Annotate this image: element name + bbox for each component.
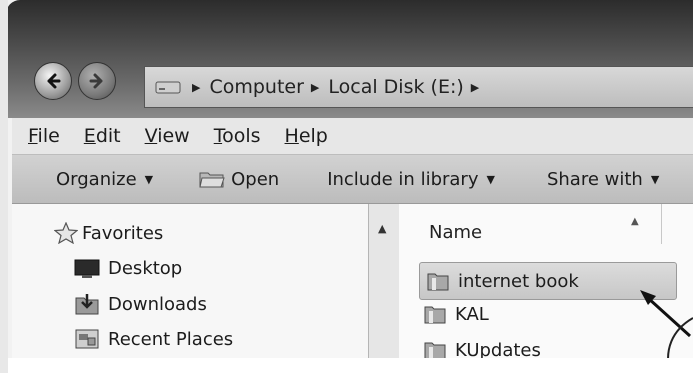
page-left-edge <box>0 0 8 373</box>
menu-edit-mnemonic: E <box>83 125 96 147</box>
open-label: Open <box>231 168 280 190</box>
list-item[interactable]: internet book <box>419 262 677 300</box>
chevron-down-icon: ▼ <box>650 172 660 186</box>
scroll-up-icon[interactable]: ▲ <box>378 222 386 235</box>
sort-ascending-icon: ▲ <box>631 216 639 227</box>
menu-tools-rest: ools <box>222 125 261 147</box>
menu-help-rest: elp <box>298 125 328 147</box>
chevron-down-icon: ▼ <box>486 172 495 186</box>
star-icon <box>54 222 78 244</box>
breadcrumb-computer[interactable]: Computer <box>209 76 303 98</box>
sidebar-item-desktop[interactable]: Desktop <box>74 258 182 279</box>
breadcrumb-separator-icon[interactable]: ▶ <box>471 81 479 94</box>
include-in-library-button[interactable]: Include in library ▼ <box>327 169 495 190</box>
chevron-down-icon: ▼ <box>144 172 154 186</box>
folder-icon <box>424 306 446 324</box>
menu-view[interactable]: View <box>145 125 190 147</box>
drive-icon <box>155 81 181 94</box>
open-button[interactable]: Open <box>199 169 279 190</box>
desktop-icon <box>74 259 100 278</box>
sidebar-item-label: Favorites <box>82 222 164 244</box>
column-divider[interactable] <box>661 204 662 244</box>
organize-button[interactable]: Organize ▼ <box>56 169 153 190</box>
menu-file[interactable]: File <box>28 125 60 147</box>
sidebar-item-favorites[interactable]: Favorites <box>54 222 163 244</box>
recent-places-icon <box>75 329 99 349</box>
sidebar-item-recent-places[interactable]: Recent Places <box>74 327 233 351</box>
share-with-label: Share with <box>546 168 643 190</box>
menu-edit[interactable]: Edit <box>84 125 121 147</box>
menu-tools[interactable]: Tools <box>214 125 261 147</box>
menu-view-mnemonic: V <box>144 125 158 147</box>
navigation-pane: Favorites Desktop Downloads Recent Place… <box>12 204 368 373</box>
downloads-icon <box>75 294 99 315</box>
share-with-button[interactable]: Share with ▼ <box>547 169 659 190</box>
organize-label: Organize <box>56 168 137 190</box>
menu-tools-mnemonic: T <box>213 125 223 147</box>
sidebar-item-downloads[interactable]: Downloads <box>74 292 207 316</box>
menu-edit-rest: dit <box>95 125 121 147</box>
list-item[interactable]: KAL <box>423 302 489 326</box>
folder-icon <box>427 273 449 291</box>
forward-button[interactable] <box>78 62 116 100</box>
file-list-pane: Name ▲ internet book KAL KUpdates <box>399 204 693 373</box>
sidebar-item-label: Desktop <box>108 258 183 279</box>
menu-help[interactable]: Help <box>285 125 328 147</box>
sidebar-item-label: Downloads <box>108 293 207 315</box>
open-folder-icon <box>199 172 225 188</box>
list-item-label: internet book <box>458 270 579 292</box>
menu-help-mnemonic: H <box>284 125 299 147</box>
explorer-window: ▶ Computer ▶ Local Disk (E:) ▶ File Edit… <box>0 0 693 373</box>
include-in-library-label: Include in library <box>327 168 479 190</box>
sidebar-item-label: Recent Places <box>108 328 234 350</box>
menu-view-rest: iew <box>157 125 190 147</box>
breadcrumb-separator-icon[interactable]: ▶ <box>192 81 200 94</box>
navigation-scrollbar[interactable]: ▲ <box>368 204 400 373</box>
menu-file-mnemonic: F <box>28 125 38 147</box>
menu-file-rest: ile <box>37 125 60 147</box>
forward-arrow-icon <box>89 73 103 89</box>
back-arrow-icon <box>47 73 61 89</box>
command-bar: Organize ▼ Open Include in library ▼ Sha… <box>12 155 693 204</box>
breadcrumb-separator-icon[interactable]: ▶ <box>311 81 319 94</box>
menu-bar: File Edit View Tools Help <box>12 118 693 155</box>
column-header-name[interactable]: Name <box>429 222 482 243</box>
breadcrumb-local-disk[interactable]: Local Disk (E:) <box>328 76 463 98</box>
address-bar[interactable]: ▶ Computer ▶ Local Disk (E:) ▶ <box>144 66 693 108</box>
list-item-label: KAL <box>455 303 489 325</box>
page-bottom-edge <box>0 358 693 373</box>
back-button[interactable] <box>34 62 72 100</box>
